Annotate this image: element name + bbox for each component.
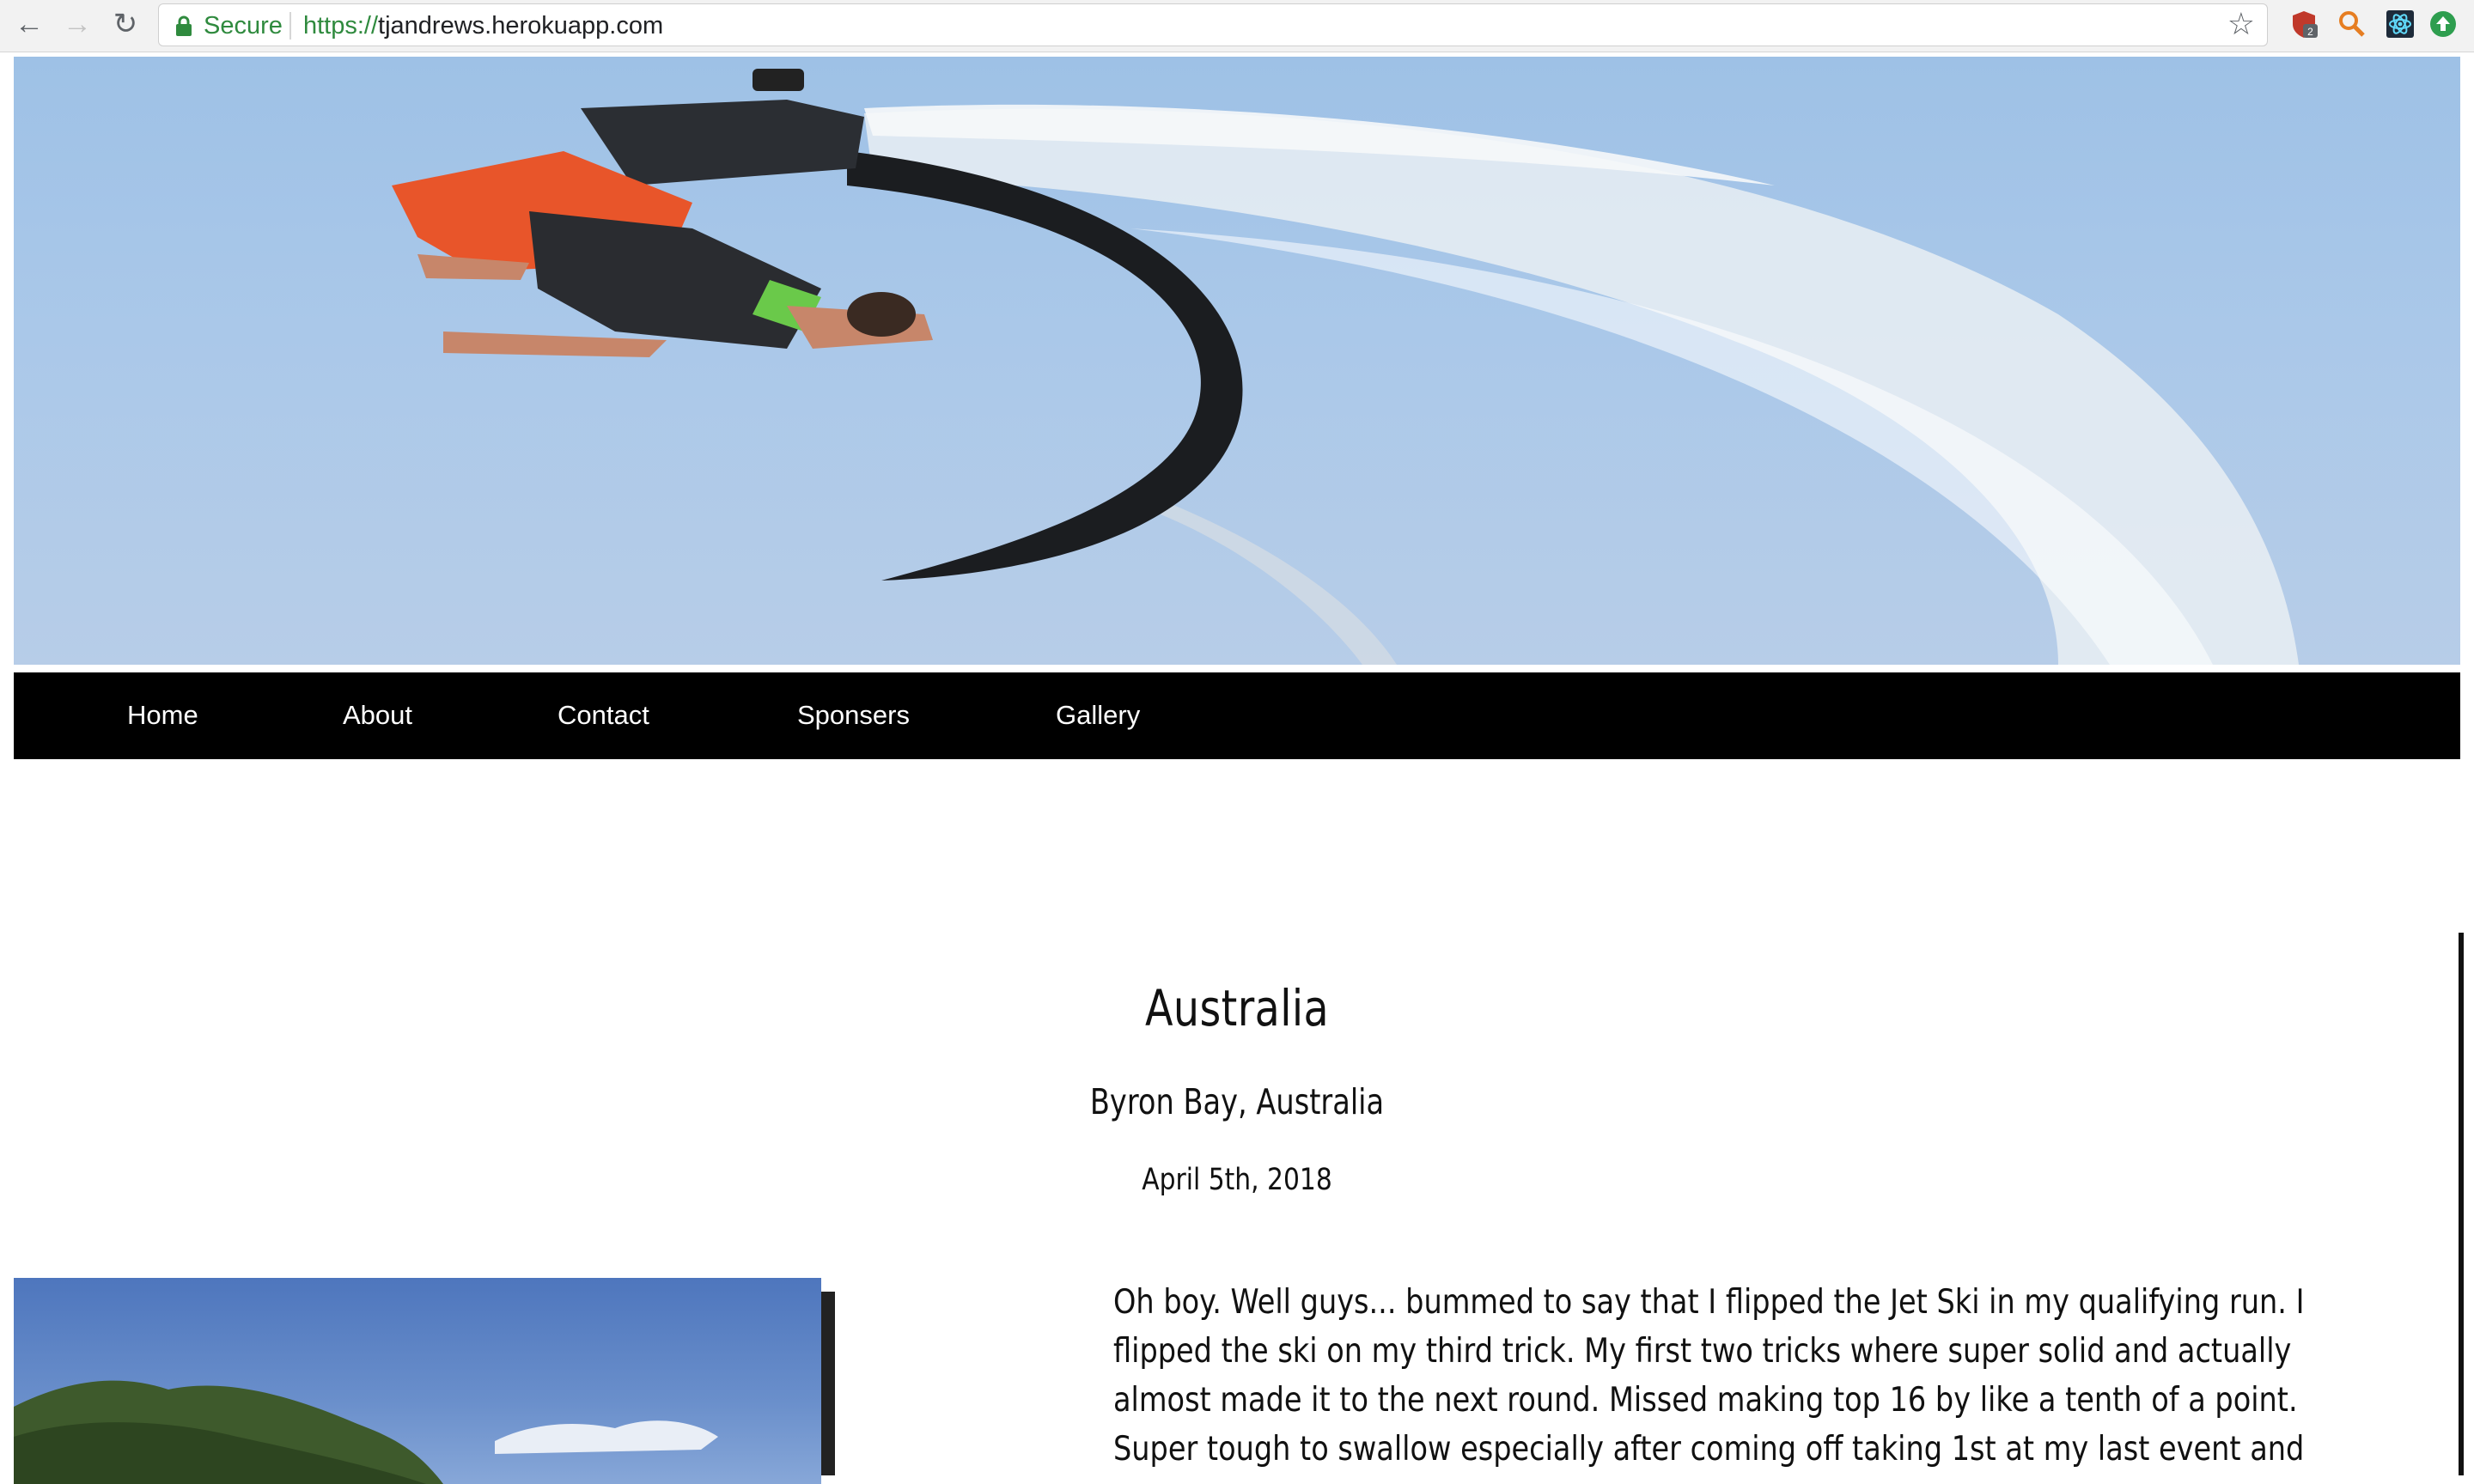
browser-toolbar: ← → ↻ Secure https://tjandrews.herokuapp… (0, 0, 2474, 52)
flyboarder-illustration (392, 69, 2299, 665)
post-body-line: almost made it to the next round. Missed… (1113, 1381, 2298, 1420)
reload-icon[interactable]: ↻ (108, 7, 143, 41)
url-text[interactable]: https://tjandrews.herokuapp.com (303, 12, 663, 40)
search-extension-icon[interactable] (2337, 9, 2367, 40)
coastline-photo (14, 1380, 718, 1484)
photo-shadow (821, 1292, 835, 1475)
react-devtools-icon[interactable] (2385, 9, 2416, 40)
upload-extension-icon[interactable] (2428, 9, 2459, 40)
post-body-line: Oh boy. Well guys... bummed to say that … (1113, 1283, 2305, 1322)
post-body-line: Super tough to swallow especially after … (1113, 1430, 2305, 1469)
secure-label: Secure (204, 12, 283, 40)
post-date: April 5th, 2018 (1142, 1163, 1332, 1197)
nav-about[interactable]: About (343, 698, 412, 733)
content-border-rule (2459, 933, 2464, 1475)
post-location: Byron Bay, Australia (1089, 1081, 1385, 1122)
nav-home[interactable]: Home (127, 698, 198, 733)
lock-icon (176, 15, 192, 36)
post-body: Oh boy. Well guys... bummed to say that … (1113, 1278, 2333, 1474)
post-body-line: flipped the ski on my third trick. My fi… (1113, 1332, 2292, 1371)
address-bar[interactable]: Secure https://tjandrews.herokuapp.com ☆ (158, 3, 2268, 46)
url-host: tjandrews.herokuapp.com (378, 12, 664, 40)
forward-icon[interactable]: → (60, 7, 94, 41)
post-photo (14, 1278, 821, 1484)
nav-contact[interactable]: Contact (558, 698, 649, 733)
post-title: Australia (1144, 979, 1330, 1037)
nav-gallery[interactable]: Gallery (1056, 698, 1140, 733)
hero-banner-image (14, 57, 2460, 665)
main-navbar: Home About Contact Sponsers Gallery (14, 672, 2460, 759)
omnibox-divider (289, 12, 291, 40)
extension-badge: 2 (2307, 26, 2313, 38)
url-scheme: https:// (303, 12, 379, 40)
bookmark-star-icon[interactable]: ☆ (2227, 9, 2255, 40)
back-icon[interactable]: ← (12, 7, 46, 41)
ublock-extension-icon[interactable]: 2 (2288, 9, 2319, 40)
nav-sponsers[interactable]: Sponsers (797, 698, 910, 733)
